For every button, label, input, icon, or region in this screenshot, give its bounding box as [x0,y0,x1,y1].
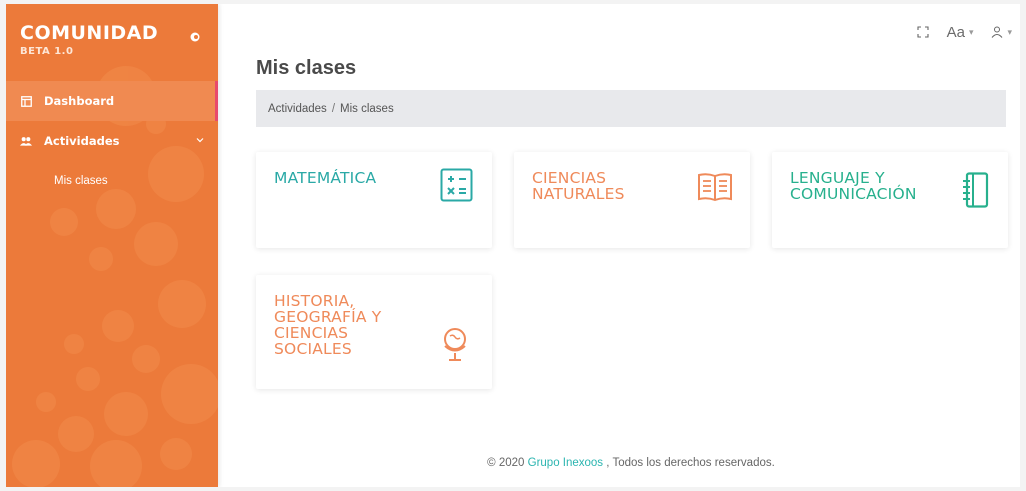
notebook-icon [963,172,989,208]
chevron-down-icon [196,138,204,143]
class-card-title: CIENCIAS NATURALES [532,169,625,203]
breadcrumb-item-actividades[interactable]: Actividades [268,103,327,115]
breadcrumb-item-current: Mis clases [340,102,394,115]
footer-company-link[interactable]: Grupo Inexoos [528,457,603,469]
class-card-title: HISTORIA, GEOGRAFÍA Y CIENCIAS SOCIALES [274,292,382,358]
class-card-lenguaje-comunicacion[interactable]: LENGUAJE Y COMUNICACIÓN [772,152,1008,248]
users-icon [20,135,32,147]
class-card-ciencias-naturales[interactable]: CIENCIAS NATURALES [514,152,750,248]
sidebar-subitem-mis-clases[interactable]: Mis clases [6,161,218,201]
sidebar-item-dashboard[interactable]: Dashboard [6,81,218,121]
breadcrumb: Actividades / Mis clases [256,90,1006,127]
class-card-title: MATEMÁTICA [274,169,377,187]
sidebar: COMUNIDAD BETA 1.0 Dashboard Actividades [6,4,218,487]
brand-version: BETA 1.0 [20,46,74,57]
globe-icon [444,328,466,361]
dashboard-icon [20,95,32,107]
sidebar-toggle-icon[interactable] [190,32,200,42]
sidebar-subitem-label: Mis clases [54,175,108,187]
brand-title: COMUNIDAD [20,22,159,44]
footer: © 2020 Grupo Inexoos , Todos los derecho… [256,457,1006,469]
main-content: Mis clases Actividades / Mis clases MATE… [256,4,1008,487]
footer-rights: , Todos los derechos reservados. [603,457,775,469]
sidebar-background-pattern [12,66,218,487]
calculator-icon [440,168,473,202]
book-icon [698,173,732,202]
sidebar-nav: Dashboard Actividades Mis clases [6,81,218,201]
sidebar-item-label: Actividades [44,134,120,148]
footer-copyright: © 2020 [487,457,528,469]
sidebar-item-label: Dashboard [44,94,115,108]
app-frame: COMUNIDAD BETA 1.0 Dashboard Actividades [6,4,1020,487]
page-title: Mis clases [256,57,357,79]
breadcrumb-separator: / [331,102,336,115]
class-card-title: LENGUAJE Y COMUNICACIÓN [790,169,917,203]
class-card-matematica[interactable]: MATEMÁTICA [256,152,492,248]
sidebar-item-actividades[interactable]: Actividades [6,121,218,161]
class-card-historia[interactable]: HISTORIA, GEOGRAFÍA Y CIENCIAS SOCIALES [256,275,492,389]
caret-down-icon: ▾ [1007,26,1012,37]
sidebar-brand: COMUNIDAD BETA 1.0 [20,22,210,62]
